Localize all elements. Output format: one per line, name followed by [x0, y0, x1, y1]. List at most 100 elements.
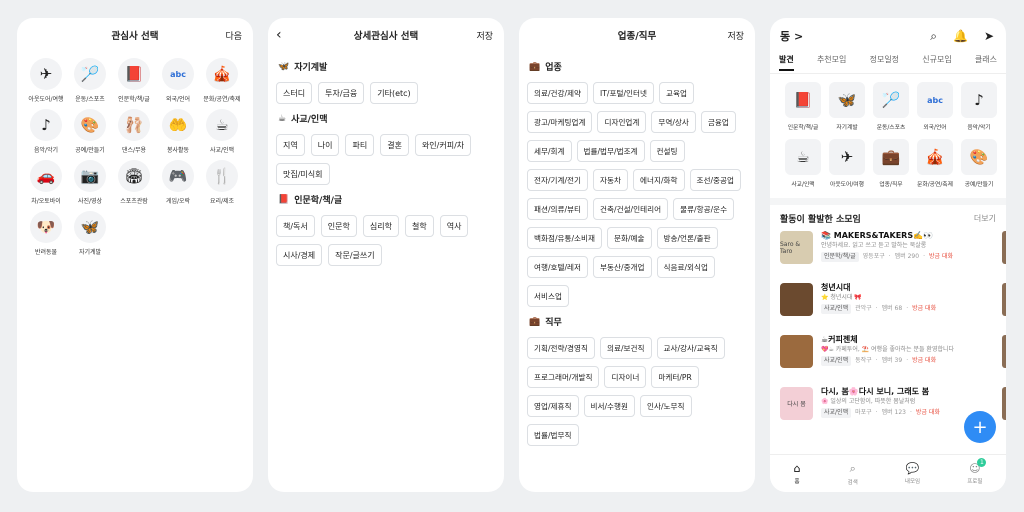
option-chip[interactable]: 디자인업계: [597, 111, 647, 133]
option-chip[interactable]: 마케터/PR: [651, 366, 699, 388]
option-chip[interactable]: 조선/중공업: [689, 169, 742, 191]
option-chip[interactable]: 무역/상사: [651, 111, 696, 133]
category-item[interactable]: ✈ 아웃도어/여행: [825, 139, 869, 188]
option-chip[interactable]: 법률/법무/법조계: [576, 140, 645, 162]
create-fab-button[interactable]: +: [964, 411, 996, 443]
category-item[interactable]: 🏸 운동/스포츠: [869, 82, 913, 131]
option-chip[interactable]: 기획/전략/경영직: [527, 337, 596, 359]
interest-item[interactable]: ✈ 아웃도어/여행: [24, 58, 68, 103]
option-chip[interactable]: 교육업: [658, 82, 694, 104]
option-chip[interactable]: 인사/노무직: [640, 395, 692, 417]
nav-item[interactable]: 💬 내모임: [905, 462, 920, 485]
location-selector[interactable]: 동 >: [780, 28, 803, 44]
interest-item[interactable]: 🏟 스포츠관람: [112, 160, 156, 205]
interest-item[interactable]: 🏸 운동/스포츠: [68, 58, 112, 103]
option-chip[interactable]: 컨설팅: [649, 140, 685, 162]
option-chip[interactable]: 에너지/화학: [633, 169, 685, 191]
option-chip[interactable]: IT/포털/인터넷: [593, 82, 654, 104]
interest-item[interactable]: 📕 인문학/책/글: [112, 58, 156, 103]
option-chip[interactable]: 자동차: [593, 169, 629, 191]
option-chip[interactable]: 철학: [404, 215, 434, 237]
meetup-item[interactable]: Saro & Taro 📚 MAKERS&TAKERS✍️👀 안녕하세요. 읽고 쓰…: [770, 231, 1006, 283]
search-icon[interactable]: ⌕: [930, 29, 937, 44]
option-chip[interactable]: 프로그래머/개발직: [527, 366, 600, 388]
interest-item[interactable]: 📷 사진/영상: [68, 160, 112, 205]
interest-item[interactable]: 🍴 요리/제조: [200, 160, 244, 205]
category-item[interactable]: ☕ 사교/인맥: [781, 139, 825, 188]
option-chip[interactable]: 방송/언론/출판: [656, 227, 718, 249]
category-item[interactable]: 🦋 자기계발: [825, 82, 869, 131]
option-chip[interactable]: 결혼: [380, 134, 409, 156]
tab-item[interactable]: 추천모임: [817, 54, 846, 69]
category-item[interactable]: 🎪 문화/공연/축제: [913, 139, 957, 188]
option-chip[interactable]: 지역: [276, 134, 305, 156]
category-item[interactable]: abc 외국/언어: [913, 82, 957, 131]
interest-item[interactable]: 🚗 차/오토바이: [24, 160, 68, 205]
bottom-nav: ⌂ 홈 ⌕ 검색 💬 내모임 ☺ 프로필 1: [770, 454, 1006, 492]
option-chip[interactable]: 맛집/미식회: [276, 163, 330, 185]
send-icon[interactable]: ➤: [984, 29, 994, 44]
option-chip[interactable]: 교사/강사/교육직: [656, 337, 725, 359]
option-chip[interactable]: 건축/건설/인테리어: [593, 198, 669, 220]
interest-item[interactable]: 🦋 자기계발: [68, 211, 112, 256]
option-chip[interactable]: 여행/호텔/레저: [527, 256, 589, 278]
tab-item[interactable]: 발견: [779, 54, 794, 71]
category-item[interactable]: 💼 업종/직무: [869, 139, 913, 188]
option-chip[interactable]: 파티: [345, 134, 375, 156]
tab-item[interactable]: 정모일정: [870, 54, 899, 69]
tab-item[interactable]: 신규모임: [922, 54, 951, 69]
option-chip[interactable]: 금융업: [700, 111, 736, 133]
option-chip[interactable]: 의료/보건직: [600, 337, 652, 359]
nav-item[interactable]: ⌕ 검색: [848, 462, 858, 486]
option-chip[interactable]: 백화점/유통/소비재: [527, 227, 603, 249]
interest-item[interactable]: 🎨 공예/만들기: [68, 109, 112, 154]
option-chip[interactable]: 나이: [310, 134, 340, 156]
option-chip[interactable]: 인문학: [320, 215, 357, 237]
option-chip[interactable]: 스터디: [276, 82, 313, 104]
bell-icon[interactable]: 🔔: [953, 29, 968, 44]
interest-item[interactable]: 🤲 봉사활동: [156, 109, 200, 154]
option-chip[interactable]: 패션/의류/뷰티: [527, 198, 589, 220]
interest-item[interactable]: 🐶 반려동물: [24, 211, 68, 256]
option-chip[interactable]: 시사/경제: [276, 244, 323, 266]
interest-item[interactable]: 🎪 문화/공연/축제: [200, 58, 244, 103]
option-chip[interactable]: 기타(etc): [370, 82, 418, 104]
meetup-item[interactable]: 청년시대 ⭐ 청년시대 🎀 사교/인맥 관악구 · 멤버 68 · 방금 대화: [770, 283, 1006, 335]
option-chip[interactable]: 전자/기계/전기: [527, 169, 589, 191]
back-icon[interactable]: ‹: [276, 27, 282, 43]
category-item[interactable]: 📕 인문학/책/글: [781, 82, 825, 131]
save-button[interactable]: 저장: [727, 29, 744, 42]
option-chip[interactable]: 문화/예술: [607, 227, 652, 249]
category-item[interactable]: 🎨 공예/만들기: [957, 139, 1001, 188]
option-chip[interactable]: 서비스업: [527, 285, 569, 307]
option-chip[interactable]: 광고/마케팅업계: [527, 111, 593, 133]
option-chip[interactable]: 작문/글쓰기: [328, 244, 382, 266]
option-chip[interactable]: 투자/금융: [318, 82, 365, 104]
option-chip[interactable]: 법률/법무직: [527, 424, 579, 446]
option-chip[interactable]: 역사: [439, 215, 469, 237]
option-chip[interactable]: 비서/수행원: [583, 395, 635, 417]
meetup-item[interactable]: ☕커피젠체 💖☕ 카페투어, ⛱️ 여행을 좋아하는 분들 환영합니다 사교/인맥 동…: [770, 335, 1006, 387]
tab-item[interactable]: 클래스: [975, 54, 997, 69]
nav-item[interactable]: ⌂ 홈: [794, 462, 801, 485]
option-chip[interactable]: 디자이너: [604, 366, 647, 388]
option-chip[interactable]: 영업/제휴직: [527, 395, 579, 417]
option-chip[interactable]: 물류/항공/운수: [673, 198, 735, 220]
more-link[interactable]: 더보기: [974, 213, 996, 224]
option-chip[interactable]: 의료/건강/제약: [527, 82, 589, 104]
nav-item[interactable]: ☺ 프로필 1: [967, 458, 987, 485]
option-chip[interactable]: 세무/회계: [527, 140, 572, 162]
interest-item[interactable]: ♪ 음악/악기: [24, 109, 68, 154]
option-chip[interactable]: 와인/커피/차: [414, 134, 472, 156]
interest-item[interactable]: 🎮 게임/오락: [156, 160, 200, 205]
category-item[interactable]: ♪ 음악/악기: [957, 82, 1001, 131]
interest-item[interactable]: ☕ 사교/인맥: [200, 109, 244, 154]
option-chip[interactable]: 부동산/중개업: [593, 256, 652, 278]
option-chip[interactable]: 식음료/외식업: [656, 256, 716, 278]
interest-item[interactable]: abc 외국/언어: [156, 58, 200, 103]
option-chip[interactable]: 책/독서: [276, 215, 315, 237]
option-chip[interactable]: 심리학: [362, 215, 399, 237]
next-button[interactable]: 다음: [225, 29, 242, 42]
save-button[interactable]: 저장: [476, 29, 493, 42]
interest-item[interactable]: 🩰 댄스/무용: [112, 109, 156, 154]
